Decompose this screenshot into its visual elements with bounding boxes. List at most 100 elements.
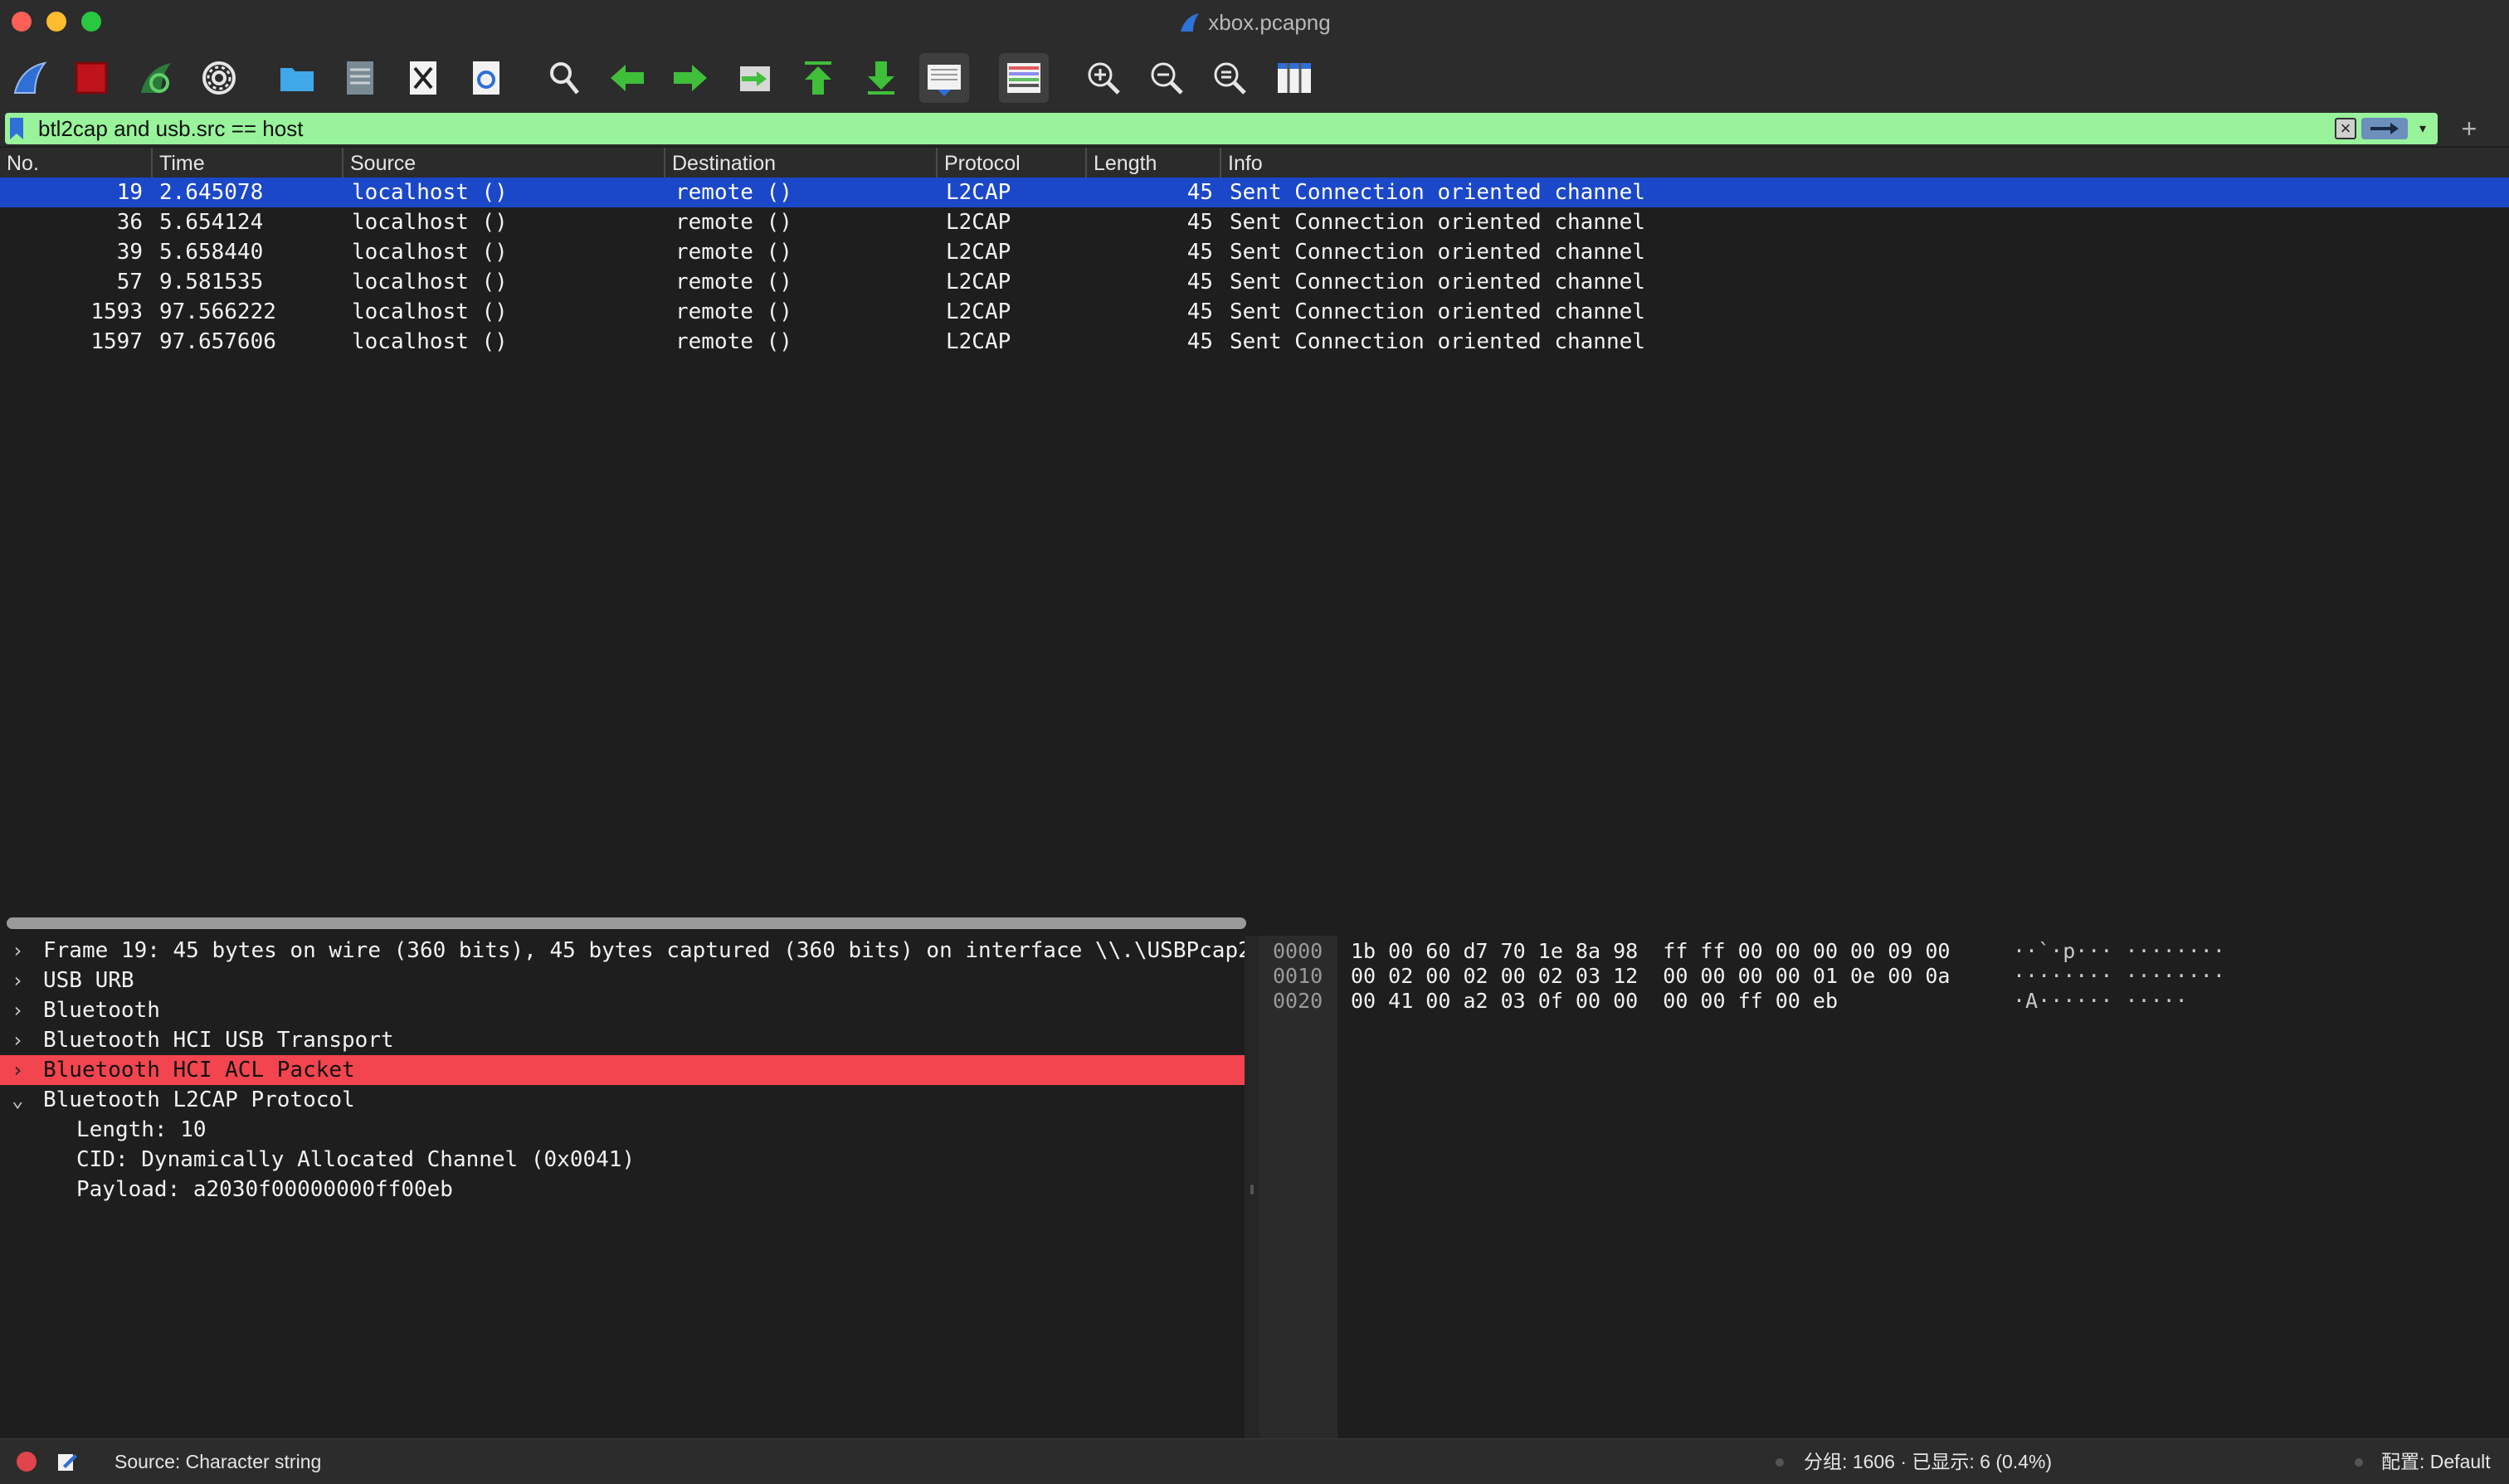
hex-offset[interactable]: 0010 <box>1273 964 1323 989</box>
packet-row[interactable]: 39 5.658440 localhost () remote () L2CAP 45 Se… <box>0 237 2509 267</box>
go-forward-button[interactable] <box>665 53 715 103</box>
normal-size-button[interactable] <box>1205 53 1254 103</box>
packet-bytes-pane[interactable]: 0000 1b 00 60 d7 70 1e 8a 98 ff ff 00 00 … <box>1259 936 2509 1438</box>
packet-time: 5.654124 <box>159 210 264 235</box>
packet-destination: remote () <box>675 180 792 205</box>
column-header-no[interactable]: No. <box>0 148 151 178</box>
close-file-button[interactable] <box>398 53 448 103</box>
go-back-button[interactable] <box>602 53 652 103</box>
hex-ascii[interactable]: ········ ········ <box>2013 964 2225 989</box>
column-header-destination[interactable]: Destination <box>664 148 936 178</box>
detail-section[interactable]: › Frame 19: 45 bytes on wire (360 bits), … <box>0 936 1245 966</box>
packet-time: 2.645078 <box>159 180 264 205</box>
hex-ascii[interactable]: ·A······ ····· <box>2013 989 2188 1014</box>
auto-scroll-button[interactable] <box>919 53 969 103</box>
zoom-in-button[interactable] <box>1079 53 1128 103</box>
bookmark-icon[interactable] <box>8 118 25 139</box>
chevron-right-icon[interactable]: › <box>12 1055 28 1085</box>
title-bar: xbox.pcapng <box>0 0 2509 45</box>
packet-protocol: L2CAP <box>946 210 1011 235</box>
save-file-button[interactable] <box>335 53 385 103</box>
hex-ascii[interactable]: ··`·p··· ········ <box>2013 939 2225 964</box>
detail-section[interactable]: ⌄ Bluetooth L2CAP Protocol <box>0 1085 1245 1115</box>
go-to-packet-button[interactable] <box>730 53 780 103</box>
go-first-packet-button[interactable] <box>793 53 843 103</box>
detail-section[interactable]: › Bluetooth <box>0 995 1245 1025</box>
apply-filter-button[interactable] <box>2361 118 2408 139</box>
display-filter-text[interactable]: btl2cap and usb.src == host <box>38 113 303 144</box>
column-header-protocol[interactable]: Protocol <box>936 148 1085 178</box>
hex-bytes[interactable]: 00 41 00 a2 03 0f 00 00 00 00 ff 00 eb <box>1351 989 1838 1014</box>
detail-section[interactable]: › Bluetooth HCI ACL Packet <box>0 1055 1245 1085</box>
column-header-time[interactable]: Time <box>151 148 342 178</box>
stop-capture-button[interactable] <box>66 53 116 103</box>
hex-bytes[interactable]: 1b 00 60 d7 70 1e 8a 98 ff ff 00 00 00 0… <box>1351 939 1950 964</box>
zoom-in-icon <box>1088 62 1120 95</box>
packet-length: 45 <box>1186 299 1213 324</box>
chevron-right-icon[interactable]: › <box>12 995 28 1025</box>
packet-row[interactable]: 19 2.645078 localhost () remote () L2CAP 45 Se… <box>0 178 2509 207</box>
packet-details-tree[interactable]: › Frame 19: 45 bytes on wire (360 bits), … <box>0 936 1245 1438</box>
detail-text: Bluetooth L2CAP Protocol <box>43 1087 355 1112</box>
pane-splitter[interactable] <box>1245 936 1259 1438</box>
display-filter-row: btl2cap and usb.src == host × ▾ + <box>0 111 2509 146</box>
packet-length: 45 <box>1186 240 1213 265</box>
detail-field[interactable]: Payload: a2030f00000000ff00eb <box>0 1175 1245 1204</box>
packet-list-horizontal-scrollbar[interactable] <box>7 917 1246 929</box>
resize-columns-icon <box>1278 63 1311 93</box>
detail-text: CID: Dynamically Allocated Channel (0x00… <box>76 1147 636 1172</box>
expert-info-icon[interactable] <box>17 1452 37 1472</box>
status-separator <box>2355 1458 2363 1467</box>
find-packet-button[interactable] <box>539 53 589 103</box>
packet-number: 39 <box>116 240 143 265</box>
reload-file-button[interactable] <box>461 53 511 103</box>
colorize-button[interactable] <box>999 53 1049 103</box>
detail-field[interactable]: CID: Dynamically Allocated Channel (0x00… <box>0 1145 1245 1175</box>
edit-comment-icon[interactable] <box>56 1451 78 1472</box>
chevron-right-icon[interactable]: › <box>12 966 28 995</box>
capture-options-button[interactable] <box>194 53 244 103</box>
column-header-length[interactable]: Length <box>1085 148 1220 178</box>
detail-section[interactable]: › USB URB <box>0 966 1245 995</box>
packet-time: 9.581535 <box>159 270 264 294</box>
zoom-out-button[interactable] <box>1142 53 1191 103</box>
packet-time: 97.657606 <box>159 329 276 354</box>
go-last-packet-button[interactable] <box>856 53 906 103</box>
packet-row[interactable]: 1597 97.657606 localhost () remote () L2CAP 4… <box>0 327 2509 357</box>
display-filter-input[interactable]: btl2cap and usb.src == host × ▾ <box>5 113 2438 144</box>
splitter-grip[interactable] <box>1250 1185 1254 1194</box>
detail-field[interactable]: Length: 10 <box>0 1115 1245 1145</box>
column-header-source[interactable]: Source <box>342 148 664 178</box>
packet-destination: remote () <box>675 329 792 354</box>
restart-capture-button[interactable] <box>131 53 181 103</box>
packet-protocol: L2CAP <box>946 299 1011 324</box>
packet-number: 1593 <box>90 299 143 324</box>
clear-filter-icon[interactable]: × <box>2335 118 2356 139</box>
add-filter-button[interactable]: + <box>2453 113 2486 144</box>
gear-icon <box>202 61 236 95</box>
hex-offset[interactable]: 0020 <box>1273 989 1323 1014</box>
packet-row[interactable]: 36 5.654124 localhost () remote () L2CAP 45 Se… <box>0 207 2509 237</box>
chevron-right-icon[interactable]: › <box>12 936 28 966</box>
detail-section[interactable]: › Bluetooth HCI USB Transport <box>0 1025 1245 1055</box>
resize-columns-button[interactable] <box>1269 53 1319 103</box>
packet-length: 45 <box>1186 270 1213 294</box>
detail-text: USB URB <box>43 968 134 993</box>
packet-list[interactable]: 19 2.645078 localhost () remote () L2CAP 45 Se… <box>0 178 2509 916</box>
hex-offset[interactable]: 0000 <box>1273 939 1323 964</box>
column-header-info[interactable]: Info <box>1220 148 2509 178</box>
profile-status[interactable]: 配置: Default <box>2381 1439 2491 1484</box>
start-capture-button[interactable] <box>5 53 55 103</box>
filter-history-dropdown[interactable]: ▾ <box>2413 118 2433 139</box>
zoom-out-icon <box>1151 62 1183 95</box>
packet-row[interactable]: 1593 97.566222 localhost () remote () L2CAP 4… <box>0 297 2509 327</box>
chevron-down-icon[interactable]: ⌄ <box>12 1085 28 1115</box>
open-file-button[interactable] <box>272 53 322 103</box>
status-message: Source: Character string <box>114 1451 322 1472</box>
detail-text: Frame 19: 45 bytes on wire (360 bits), 4… <box>43 938 1245 963</box>
arrow-left-icon <box>611 65 644 91</box>
chevron-right-icon[interactable]: › <box>12 1025 28 1055</box>
packet-row[interactable]: 57 9.581535 localhost () remote () L2CAP 45 Se… <box>0 267 2509 297</box>
packet-source: localhost () <box>352 210 508 235</box>
hex-bytes[interactable]: 00 02 00 02 00 02 03 12 00 00 00 00 01 0… <box>1351 964 1950 989</box>
